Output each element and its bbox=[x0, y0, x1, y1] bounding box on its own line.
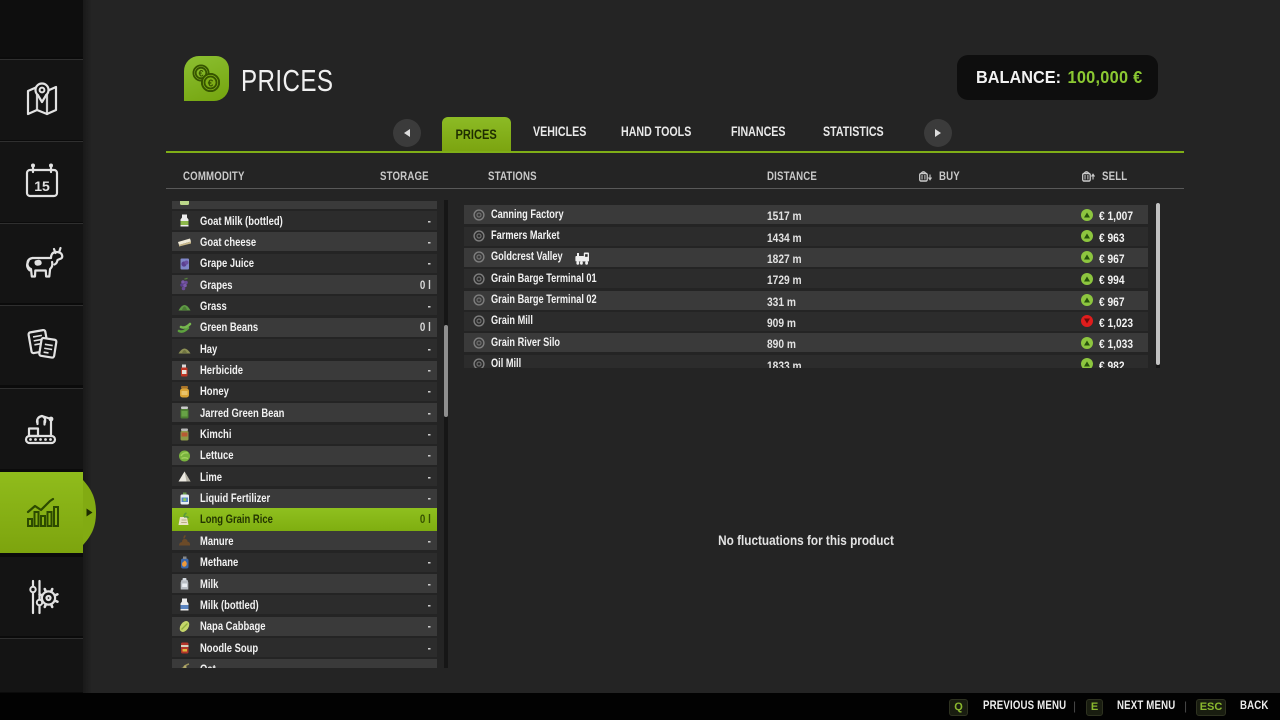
svg-text:€: € bbox=[198, 69, 203, 79]
svg-text:15: 15 bbox=[34, 178, 50, 194]
svg-text:€: € bbox=[208, 79, 214, 90]
